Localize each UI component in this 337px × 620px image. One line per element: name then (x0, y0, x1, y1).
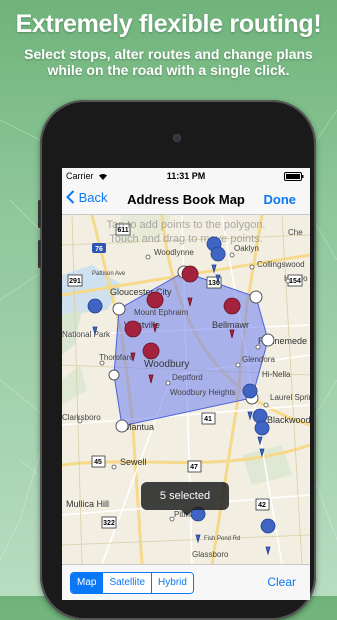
route-shield: 42 (258, 502, 266, 509)
polygon-vertex-handle[interactable] (261, 333, 275, 347)
polygon-vertex-handle[interactable] (108, 369, 120, 381)
toast-pointer (181, 510, 193, 516)
route-shield: 291 (69, 278, 81, 285)
map-label: Mount Ephraim (134, 308, 189, 317)
status-time: 11:31 PM (166, 171, 206, 181)
map-label: Thorofare (99, 353, 134, 362)
bottom-toolbar: Map Satellite Hybrid Clear (62, 564, 310, 600)
back-button[interactable]: Back (66, 190, 108, 205)
navigation-bar: Back Address Book Map Done (62, 186, 310, 215)
map-label: Woodlynne (154, 248, 194, 257)
promo-subline-2: while on the road with a single click. (47, 62, 290, 78)
map-hint-line-1: Tap to add points to the polygon. (106, 219, 265, 231)
map-label: Woodbury (144, 359, 189, 370)
route-shield: 47 (190, 464, 198, 471)
route-shield: 76 (95, 246, 103, 253)
map-label: Mullica Hill (66, 499, 109, 509)
battery-icon (284, 172, 304, 181)
map-label: Woodbury Heights (170, 388, 236, 397)
map-type-satellite[interactable]: Satellite (103, 573, 153, 593)
selection-count-toast: 5 selected (141, 482, 229, 510)
map-label: Oaklyn (234, 244, 259, 253)
phone-side-button (38, 200, 41, 228)
map-label: Che (288, 228, 303, 237)
front-camera-icon (173, 134, 181, 142)
route-shield: 154 (289, 278, 301, 285)
status-bar: Carrier 11:31 PM (62, 168, 310, 186)
map-label: Mantua (124, 422, 154, 432)
polygon-vertex-handle[interactable] (115, 419, 129, 433)
map-label: Sewell (120, 457, 147, 467)
clear-button[interactable]: Clear (267, 575, 296, 589)
map-label: National Park (62, 330, 111, 339)
polygon-vertex-handle[interactable] (249, 290, 263, 304)
map-label: Glassboro (192, 550, 229, 559)
polygon-vertex-handle[interactable] (112, 302, 126, 316)
map-label: Laurel Springs (270, 393, 310, 402)
map-hint-line-2: Touch and drag to move points. (109, 233, 262, 245)
map-label: Pattison Ave (92, 271, 126, 277)
promo-headline: Extremely flexible routing! (15, 10, 322, 38)
map-label: Glendora (242, 355, 275, 364)
route-shield: 45 (94, 459, 102, 466)
map-label: Hi-Nella (262, 370, 291, 379)
phone-side-button (38, 240, 41, 268)
route-shield: 41 (204, 416, 212, 423)
done-button[interactable]: Done (264, 192, 297, 207)
promo-subline: Select stops, alter routes and change pl… (0, 46, 337, 78)
promo-subline-1: Select stops, alter routes and change pl… (24, 46, 313, 62)
map-type-hybrid[interactable]: Hybrid (152, 573, 193, 593)
back-button-label: Back (78, 190, 108, 205)
map-label: Deptford (172, 373, 203, 382)
map-label: Bellmawr (212, 320, 249, 330)
app-screen: Carrier 11:31 PM Back Address Book Map D… (62, 168, 310, 600)
map-label: Collingswood (257, 260, 305, 269)
map-label: Blackwood (267, 415, 310, 425)
map-type-segmented-control: Map Satellite Hybrid (70, 572, 194, 594)
map-label: Gloucester City (110, 287, 172, 297)
map-type-map[interactable]: Map (71, 573, 104, 593)
map-label: Fish Pond Rd (204, 536, 240, 542)
chevron-left-icon (66, 190, 75, 204)
route-shield: 322 (103, 520, 115, 527)
